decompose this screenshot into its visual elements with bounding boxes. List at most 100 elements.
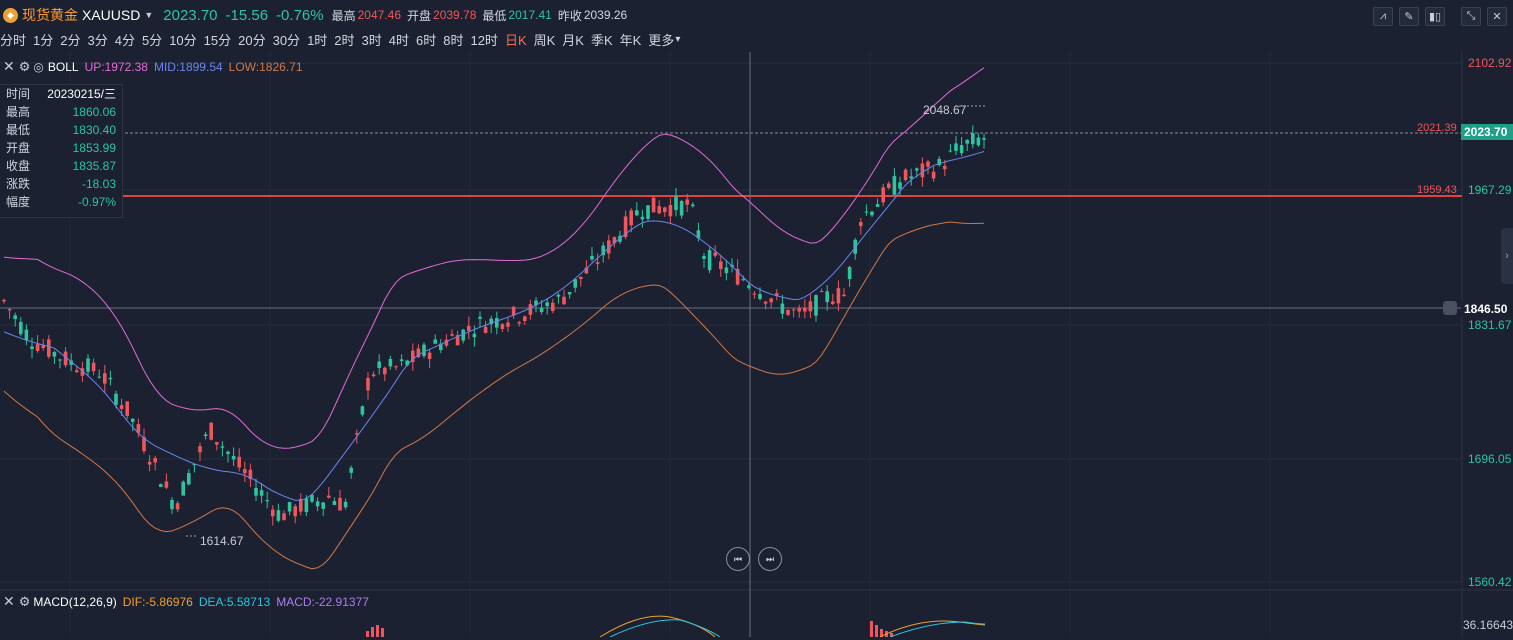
candle-body: [215, 442, 219, 445]
period-tab[interactable]: 分时: [0, 30, 26, 49]
close-indicator-icon[interactable]: ✕: [3, 58, 15, 75]
period-tab[interactable]: 日K: [505, 30, 527, 49]
candle-body: [887, 183, 891, 188]
candle-body: [506, 322, 510, 327]
current-price-tag: 2023.70: [1461, 124, 1513, 140]
period-tab[interactable]: 15分: [204, 30, 231, 49]
candle-body: [231, 456, 236, 460]
candle-body: [371, 374, 376, 377]
period-tab[interactable]: 季K: [591, 30, 613, 49]
price-axis-label: 1831.67: [1468, 318, 1512, 332]
macd-gear-icon[interactable]: ⚙: [19, 594, 31, 610]
candle-body: [797, 308, 801, 312]
candle-body: [819, 291, 824, 293]
candle-body: [366, 377, 370, 391]
indicator-settings-icon[interactable]: ⩘: [1373, 7, 1393, 26]
close-icon[interactable]: ✕: [1487, 7, 1507, 26]
eye-icon[interactable]: ◎: [33, 60, 43, 74]
symbol-name[interactable]: 现货黄金: [22, 5, 78, 25]
candle-body: [108, 377, 113, 380]
kline-chart[interactable]: 2102.92 1967.29 1831.67 1696.05 1560.42 36.16…: [0, 52, 1513, 638]
candle-body: [58, 359, 62, 361]
candle-body: [758, 293, 762, 299]
symbol-dropdown-icon[interactable]: ▼: [144, 10, 153, 20]
period-tab[interactable]: 10分: [169, 30, 196, 49]
macd-dea-line: [609, 619, 721, 638]
macd-bar: [381, 628, 384, 637]
candle-body: [131, 418, 135, 422]
boll-up-line: [3, 67, 985, 449]
tooltip-value: -0.97%: [77, 195, 116, 209]
tooltip-value: -18.03: [81, 177, 116, 191]
kline-svg[interactable]: 2102.92 1967.29 1831.67 1696.05 1560.42 36.16…: [0, 52, 1513, 638]
period-tab[interactable]: 3时: [362, 30, 382, 49]
pen-icon[interactable]: ✎: [1399, 7, 1419, 26]
period-tab[interactable]: 年K: [620, 30, 642, 49]
candle-body: [35, 344, 40, 351]
period-tab[interactable]: 20分: [238, 30, 265, 49]
scroll-end-button[interactable]: ⏭: [758, 547, 782, 571]
period-tab[interactable]: 4时: [389, 30, 409, 49]
candle-body: [254, 487, 258, 496]
high-value: 2047.46: [357, 8, 401, 22]
symbol-code[interactable]: XAUUSD: [82, 7, 140, 23]
more-dropdown-icon[interactable]: ▾: [675, 34, 680, 45]
candle-tooltip: 时间 20230215/三 最高 1860.06 最低 1830.40 开盘 1853.99 收…: [0, 84, 123, 218]
candle-body: [450, 334, 454, 336]
candle-body: [523, 316, 527, 321]
candle-body: [567, 292, 572, 295]
candle-body: [478, 316, 482, 319]
boll-up: UP:1972.38: [84, 59, 148, 74]
period-tab[interactable]: 月K: [562, 30, 584, 49]
period-tab[interactable]: 更多: [648, 30, 674, 49]
macd-bar: [870, 621, 873, 637]
period-tab[interactable]: 8时: [443, 30, 463, 49]
candle-body: [707, 250, 712, 271]
candle-body: [220, 446, 225, 448]
candle-body: [864, 211, 869, 213]
candle-body: [91, 362, 96, 372]
candle-body: [394, 366, 398, 368]
tooltip-label: 涨跌: [6, 177, 31, 191]
candle-body: [327, 495, 331, 498]
tooltip-label: 开盘: [6, 141, 31, 155]
period-tab[interactable]: 3分: [87, 30, 107, 49]
period-tab[interactable]: 6时: [416, 30, 436, 49]
candle-type-icon[interactable]: ▮▯: [1425, 7, 1445, 26]
tooltip-row: 幅度 -0.97%: [0, 193, 122, 211]
candle-body: [909, 176, 913, 179]
tooltip-row: 最高 1860.06: [0, 103, 122, 121]
min-price-marker: 1614.67: [200, 534, 244, 548]
period-tab[interactable]: 2分: [60, 30, 80, 49]
price-axis-label: 1560.42: [1468, 575, 1512, 589]
candle-body: [791, 309, 796, 311]
candle-body: [282, 513, 286, 521]
period-tab[interactable]: 2时: [334, 30, 354, 49]
bell-icon[interactable]: [1443, 301, 1457, 315]
period-tab[interactable]: 1分: [33, 30, 53, 49]
period-tab[interactable]: 周K: [534, 30, 556, 49]
candle-body: [237, 456, 241, 468]
macd-axis-label: 36.16643: [1463, 618, 1513, 632]
scroll-start-button[interactable]: ⏮: [726, 547, 750, 571]
price-axis-label: 2102.92: [1468, 56, 1512, 70]
gear-icon[interactable]: ⚙: [19, 59, 31, 75]
candle-body: [377, 361, 381, 368]
period-tab[interactable]: 5分: [142, 30, 162, 49]
candle-body: [629, 210, 633, 226]
candle-body: [383, 367, 387, 375]
candle-body: [2, 299, 6, 302]
shrink-icon[interactable]: ⤡: [1461, 7, 1481, 26]
high-label: 最高: [331, 8, 356, 23]
candle-body: [19, 321, 23, 335]
period-tab[interactable]: 1时: [307, 30, 327, 49]
candle-body: [203, 434, 208, 437]
side-panel-toggle[interactable]: ›: [1501, 228, 1513, 284]
candle-body: [338, 497, 342, 511]
low-label: 最低: [482, 8, 507, 23]
candle-body: [114, 393, 118, 405]
period-tab[interactable]: 12时: [470, 30, 497, 49]
period-tab[interactable]: 4分: [115, 30, 135, 49]
period-tab[interactable]: 30分: [273, 30, 300, 49]
close-macd-icon[interactable]: ✕: [3, 593, 15, 610]
